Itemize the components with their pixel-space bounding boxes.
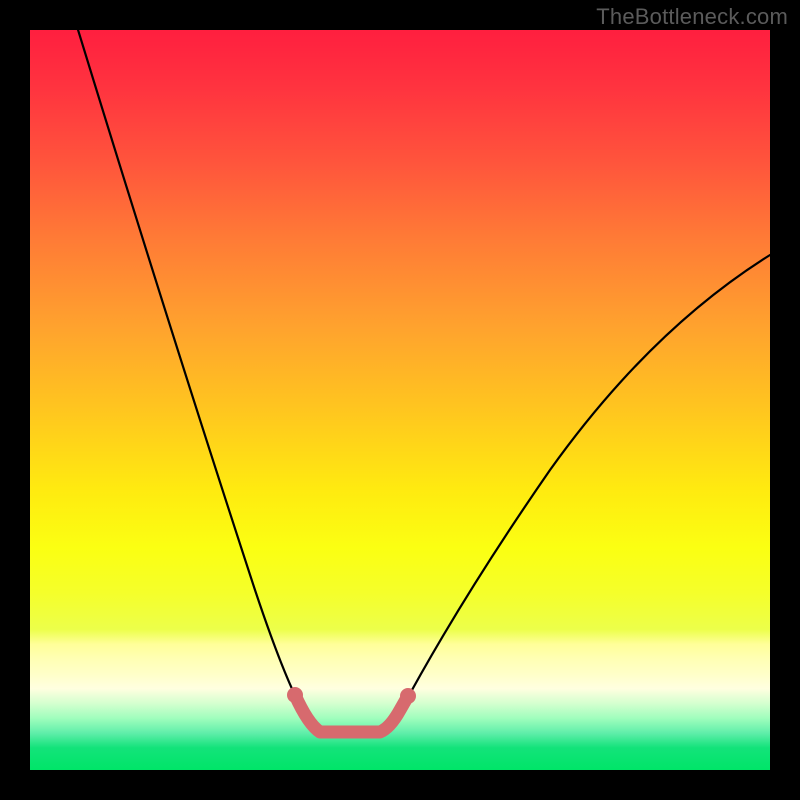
- valley-highlight-segment: [295, 695, 408, 732]
- highlight-dot-left: [287, 687, 303, 703]
- chart-frame: TheBottleneck.com: [0, 0, 800, 800]
- highlight-dot-right: [400, 688, 416, 704]
- curve-svg: [30, 30, 770, 770]
- watermark-text: TheBottleneck.com: [596, 4, 788, 30]
- bottleneck-curve: [75, 30, 770, 733]
- plot-area: [30, 30, 770, 770]
